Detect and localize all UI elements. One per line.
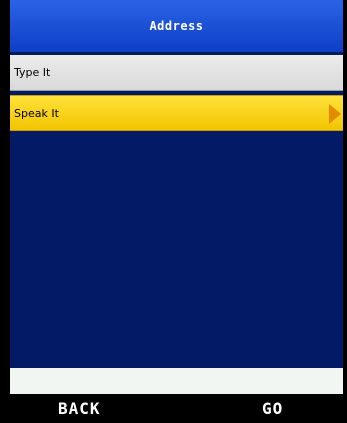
go-softkey[interactable]: GO (262, 399, 283, 418)
menu-item-label: Type It (14, 66, 51, 79)
page-title: Address (149, 19, 204, 33)
phone-screen: Address Type It Speak It BACK GO (0, 0, 347, 423)
menu-item-label: Speak It (14, 106, 59, 120)
back-softkey[interactable]: BACK (58, 399, 101, 418)
menu-item-type-it[interactable]: Type It (10, 55, 343, 91)
title-bar: Address (10, 0, 343, 54)
input-bar (10, 368, 343, 394)
menu-item-speak-it[interactable]: Speak It (10, 95, 343, 131)
content-area: Address Type It Speak It (10, 0, 343, 423)
right-arrow-icon (329, 104, 341, 124)
softkey-bar: BACK GO (0, 394, 347, 423)
